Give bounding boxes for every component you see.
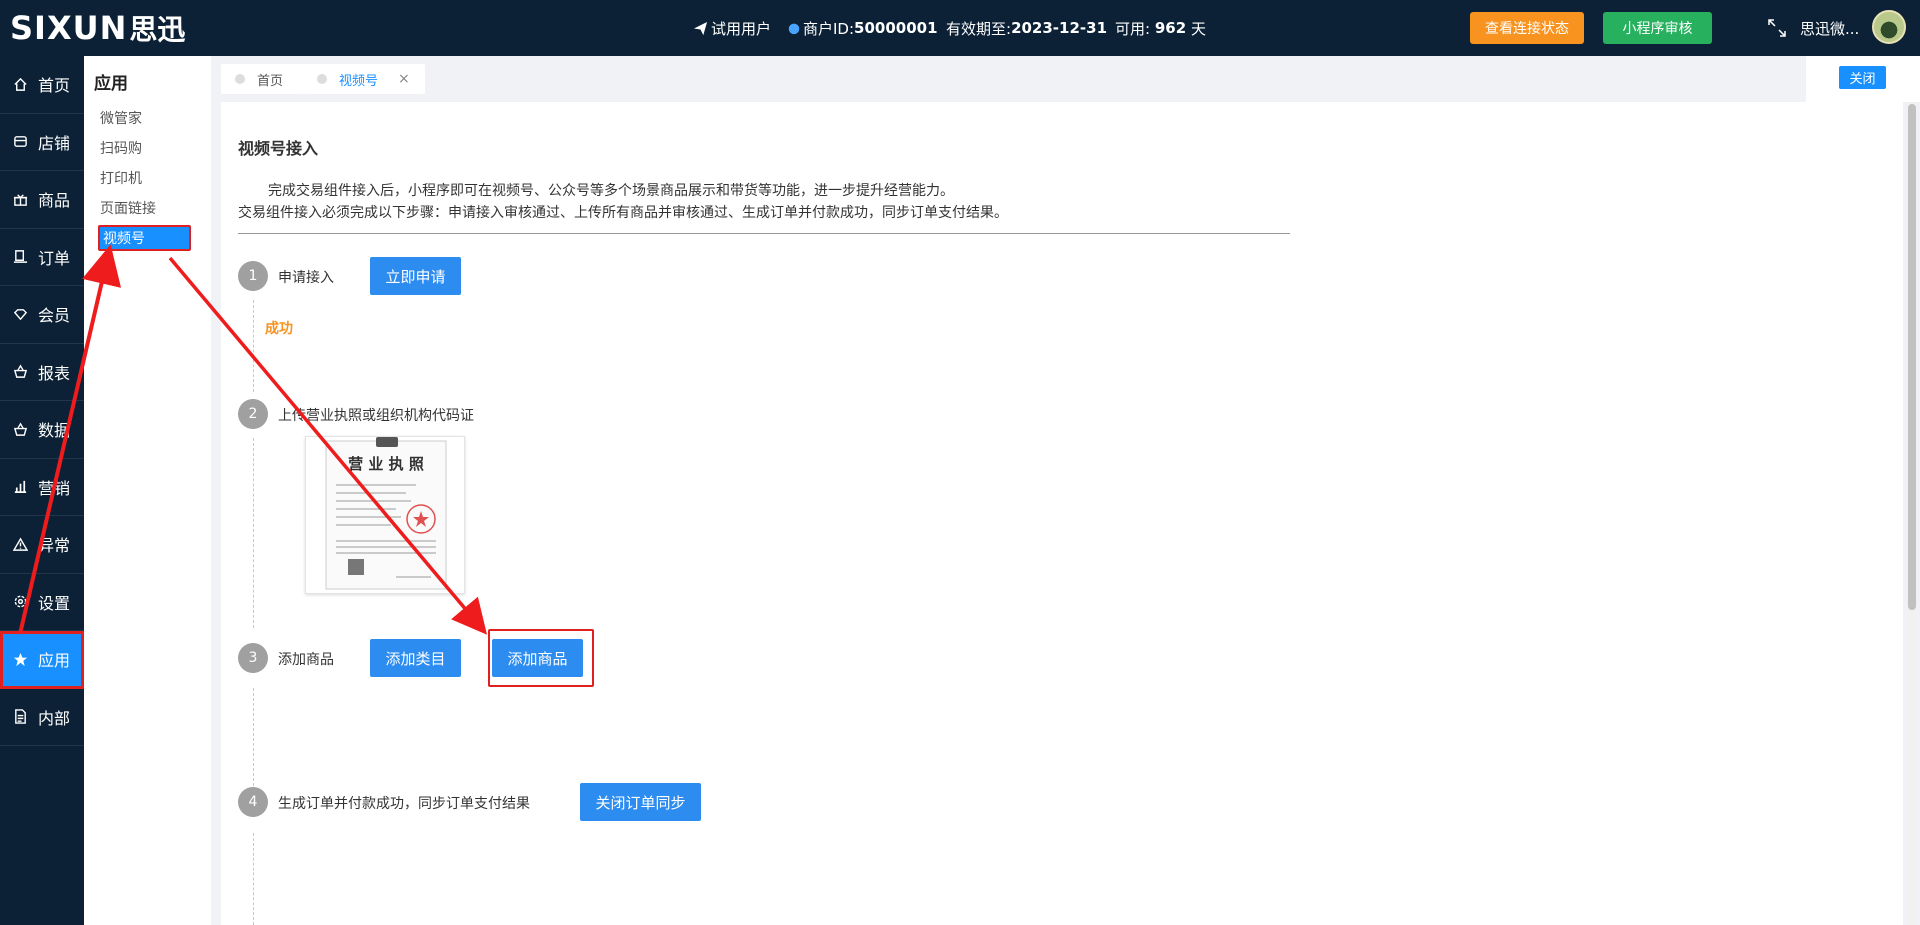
- nav-item-apps[interactable]: 应用: [0, 631, 84, 689]
- user-name[interactable]: 思迅微...: [1800, 0, 1859, 56]
- close-tab-icon[interactable]: ×: [398, 71, 410, 87]
- subnav-title: 应用: [94, 74, 128, 94]
- subnav-item-scan-buy[interactable]: 扫码购: [100, 138, 142, 158]
- basket-icon: [12, 364, 28, 380]
- avatar[interactable]: [1872, 10, 1906, 44]
- user-type: 试用用户: [693, 0, 771, 56]
- nav-item-data[interactable]: 数据: [0, 401, 84, 459]
- add-category-button[interactable]: 添加类目: [370, 639, 461, 677]
- fullscreen-icon[interactable]: [1767, 18, 1787, 38]
- view-connection-button[interactable]: 查看连接状态: [1470, 12, 1584, 44]
- paper-plane-icon: [693, 21, 708, 35]
- scrollbar[interactable]: [1906, 102, 1918, 925]
- step-number-2: 2: [238, 399, 268, 429]
- step-connector: [253, 833, 254, 925]
- step-label-2: 上传营业执照或组织机构代码证: [278, 408, 474, 424]
- available-days: 可用: 962 天: [1115, 19, 1206, 38]
- basket-icon: [12, 421, 28, 437]
- merchant-id: 商户ID: 50000001: [787, 0, 938, 56]
- page-title: 视频号接入: [238, 139, 319, 158]
- nav-item-home[interactable]: 首页: [0, 56, 84, 114]
- description-line-2: 交易组件接入必须完成以下步骤：申请接入审核通过、上传所有商品并审核通过、生成订单…: [238, 205, 1008, 221]
- step-number-1: 1: [238, 261, 268, 291]
- step-number-3: 3: [238, 643, 268, 673]
- logo: SIXUN 思迅: [10, 9, 186, 47]
- document-icon: [12, 709, 28, 725]
- step-number-4: 4: [238, 787, 268, 817]
- nav-item-settings[interactable]: 设置: [0, 574, 84, 631]
- step-connector: [253, 300, 254, 392]
- scroll-thumb[interactable]: [1908, 104, 1916, 610]
- license-title: 营 业 执 照: [348, 455, 424, 473]
- nav-item-marketing[interactable]: 营销: [0, 459, 84, 516]
- nav-item-reports[interactable]: 报表: [0, 344, 84, 401]
- business-license-image[interactable]: 营 业 执 照: [305, 436, 465, 594]
- step-connector: [253, 688, 254, 791]
- gift-icon: [12, 191, 28, 207]
- order-icon: [12, 249, 28, 265]
- gear-icon: [12, 594, 28, 610]
- nav-item-members[interactable]: 会员: [0, 286, 84, 344]
- nav-item-goods[interactable]: 商品: [0, 171, 84, 229]
- step-label-4: 生成订单并付款成功，同步订单支付结果: [278, 796, 530, 812]
- step-connector: [253, 438, 254, 628]
- main-nav: 首页 店铺 商品 订单 会员 报表 数据 营销 异常 设置 应用 内部: [0, 56, 84, 925]
- nav-item-internal[interactable]: 内部: [0, 689, 84, 746]
- tab-dot-icon: [317, 74, 327, 84]
- status-success: 成功: [265, 321, 293, 337]
- subnav-item-weiguanjia[interactable]: 微管家: [100, 108, 142, 128]
- step-label-3: 添加商品: [278, 652, 334, 668]
- divider: [238, 233, 1290, 234]
- close-button[interactable]: 关闭: [1839, 66, 1886, 89]
- nav-item-exception[interactable]: 异常: [0, 516, 84, 574]
- annotation-highlight-box: [488, 629, 594, 687]
- tab-home[interactable]: 首页: [221, 64, 305, 94]
- subnav-item-page-links[interactable]: 页面链接: [100, 198, 156, 218]
- bar-chart-icon: [12, 479, 28, 495]
- store-icon: [12, 134, 28, 150]
- top-header: SIXUN 思迅 试用用户 商户ID: 50000001 有效期至: 2023-12…: [0, 0, 1920, 56]
- home-icon: [12, 76, 28, 92]
- description-line-1: 完成交易组件接入后，小程序即可在视频号、公众号等多个场景商品展示和带货等功能，进…: [268, 183, 954, 199]
- tab-dot-icon: [235, 74, 245, 84]
- step-label-1: 申请接入: [278, 270, 334, 286]
- sub-nav: 应用 微管家 扫码购 打印机 页面链接 视频号: [84, 56, 211, 925]
- nav-item-orders[interactable]: 订单: [0, 229, 84, 286]
- subnav-item-channels[interactable]: 视频号: [98, 225, 191, 251]
- diamond-icon: [12, 306, 28, 322]
- close-order-sync-button[interactable]: 关闭订单同步: [580, 783, 701, 821]
- tabs-bar: 首页 视频号 ×: [211, 56, 1806, 102]
- apply-now-button[interactable]: 立即申请: [370, 257, 461, 295]
- miniprogram-review-button[interactable]: 小程序审核: [1603, 12, 1712, 44]
- nav-item-store[interactable]: 店铺: [0, 114, 84, 171]
- drop-icon: [788, 23, 800, 35]
- valid-until: 有效期至: 2023-12-31: [946, 19, 1108, 38]
- tab-channels[interactable]: 视频号 ×: [303, 64, 425, 94]
- subnav-item-printer[interactable]: 打印机: [100, 168, 142, 188]
- warning-icon: [12, 536, 28, 552]
- star-icon: [12, 651, 28, 667]
